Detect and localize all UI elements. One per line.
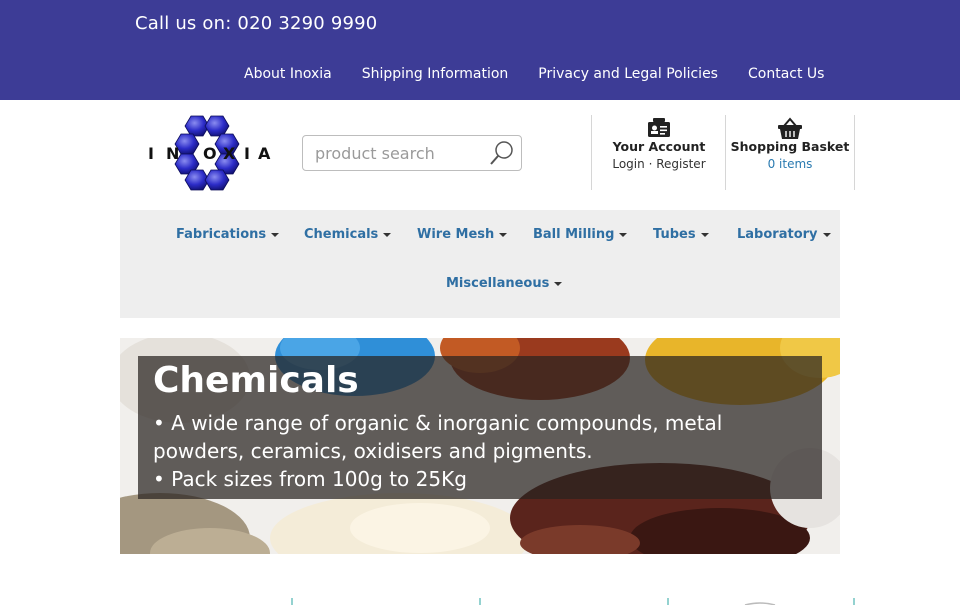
- nav-item-fabrications[interactable]: Fabrications: [176, 227, 280, 242]
- category-nav: Fabrications Chemicals Wire Mesh Ball Mi…: [120, 210, 840, 318]
- nav-item-label: Fabrications: [176, 227, 267, 242]
- top-link-shipping[interactable]: Shipping Information: [362, 66, 509, 82]
- nav-item-ball-milling[interactable]: Ball Milling: [533, 227, 628, 242]
- nav-item-wire-mesh[interactable]: Wire Mesh: [417, 227, 508, 242]
- basket-item-count[interactable]: 0 items: [726, 157, 854, 171]
- shopping-basket-panel[interactable]: Shopping Basket 0 items: [725, 115, 855, 190]
- banner-line: powders, ceramics, oxidisers and pigment…: [153, 439, 593, 463]
- caret-down-icon: [499, 232, 508, 237]
- nav-item-label: Laboratory: [737, 227, 818, 242]
- banner-line: • A wide range of organic & inorganic co…: [153, 411, 723, 435]
- nav-item-label: Tubes: [653, 227, 696, 242]
- svg-text:X: X: [223, 144, 236, 163]
- top-link-about[interactable]: About Inoxia: [244, 66, 332, 82]
- your-account-title: Your Account: [612, 139, 706, 154]
- svg-text:O: O: [203, 144, 217, 163]
- nav-item-label: Chemicals: [304, 227, 379, 242]
- banner-line: • Pack sizes from 100g to 25Kg: [153, 467, 467, 491]
- top-bar: Call us on: 020 3290 9990 About Inoxia S…: [0, 0, 960, 100]
- nav-item-tubes[interactable]: Tubes: [653, 227, 709, 242]
- svg-text:A: A: [258, 144, 271, 163]
- basket-icon: [777, 117, 803, 141]
- top-links: About Inoxia Shipping Information Privac…: [244, 66, 824, 82]
- account-links: Login · Register: [592, 157, 726, 171]
- svg-text:I: I: [148, 144, 154, 163]
- caret-down-icon: [822, 232, 831, 237]
- top-link-contact[interactable]: Contact Us: [748, 66, 824, 82]
- nav-item-label: Wire Mesh: [417, 227, 495, 242]
- login-link[interactable]: Login: [612, 157, 644, 171]
- caret-down-icon: [554, 281, 563, 286]
- caret-down-icon: [700, 232, 709, 237]
- search-icon[interactable]: [487, 139, 517, 167]
- account-separator: ·: [648, 157, 653, 171]
- register-link[interactable]: Register: [656, 157, 705, 171]
- nav-item-chemicals[interactable]: Chemicals: [304, 227, 392, 242]
- logo-hexagons: I N O X I A: [148, 115, 271, 191]
- search-box: [302, 135, 522, 171]
- nav-item-label: Ball Milling: [533, 227, 615, 242]
- nav-item-label: Miscellaneous: [446, 276, 550, 291]
- call-us-text: Call us on: 020 3290 9990: [135, 13, 378, 34]
- id-card-icon: [646, 117, 672, 141]
- top-link-privacy[interactable]: Privacy and Legal Policies: [538, 66, 718, 82]
- product-tiles-strip: [120, 590, 855, 606]
- svg-text:I: I: [244, 144, 250, 163]
- banner-title: Chemicals: [153, 360, 359, 401]
- caret-down-icon: [271, 232, 280, 237]
- caret-down-icon: [383, 232, 392, 237]
- shopping-basket-title: Shopping Basket: [730, 139, 850, 154]
- search-input[interactable]: [303, 136, 483, 170]
- svg-text:N: N: [166, 144, 179, 163]
- site-logo[interactable]: I N O X I A: [148, 114, 272, 192]
- nav-item-miscellaneous[interactable]: Miscellaneous: [446, 276, 563, 291]
- chemicals-banner[interactable]: Chemicals • A wide range of organic & in…: [120, 338, 840, 554]
- your-account-panel: Your Account Login · Register: [591, 115, 726, 190]
- nav-item-laboratory[interactable]: Laboratory: [737, 227, 831, 242]
- caret-down-icon: [619, 232, 628, 237]
